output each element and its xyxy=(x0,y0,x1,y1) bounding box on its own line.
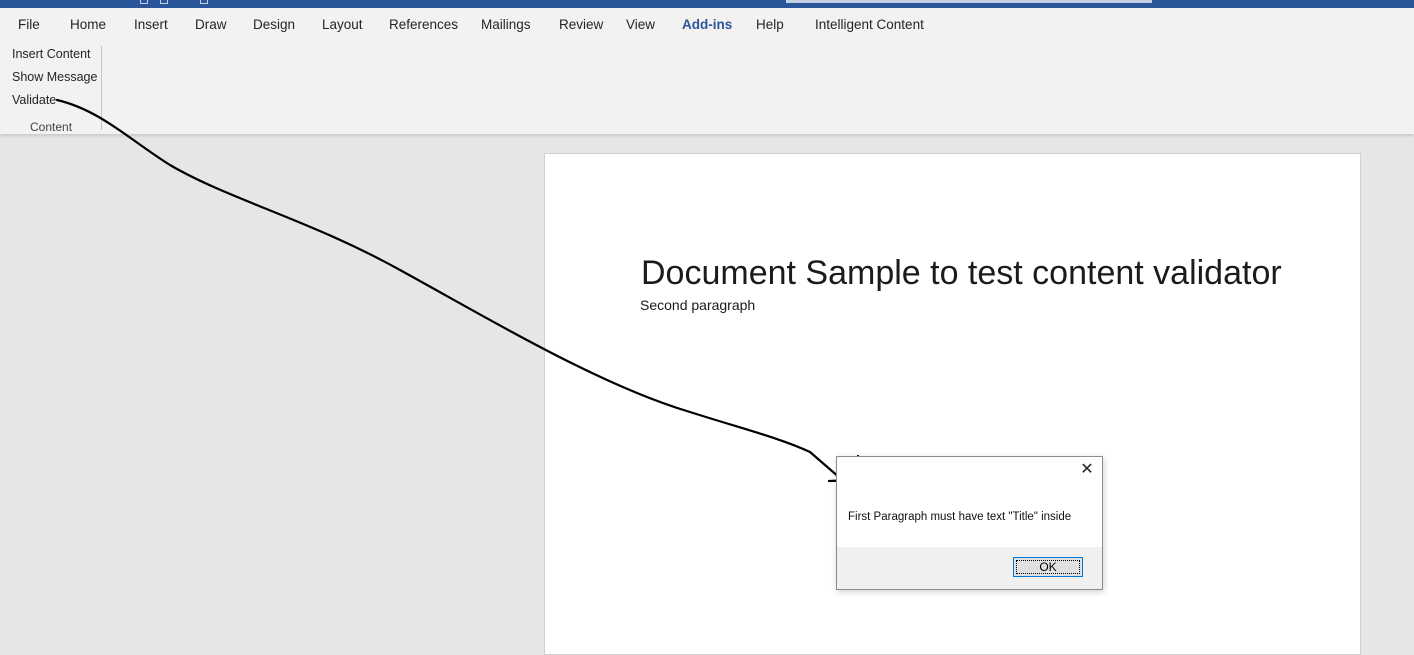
tab-add-ins[interactable]: Add-ins xyxy=(682,17,732,32)
tab-draw[interactable]: Draw xyxy=(195,17,227,32)
tab-references[interactable]: References xyxy=(389,17,458,32)
ok-button[interactable]: OK xyxy=(1013,557,1083,577)
tab-layout[interactable]: Layout xyxy=(322,17,363,32)
title-bar xyxy=(0,0,1414,8)
search-box[interactable] xyxy=(786,0,1152,3)
tab-file[interactable]: File xyxy=(18,17,40,32)
save-icon[interactable] xyxy=(140,0,148,4)
tab-design[interactable]: Design xyxy=(253,17,295,32)
menu-bar: File Home Insert Draw Design Layout Refe… xyxy=(0,8,1414,45)
validate-button[interactable]: Validate xyxy=(12,93,56,107)
tab-help[interactable]: Help xyxy=(756,17,784,32)
tab-mailings[interactable]: Mailings xyxy=(481,17,531,32)
dialog-message: First Paragraph must have text "Title" i… xyxy=(848,511,1072,523)
ribbon: Insert Content Show Message Validate Con… xyxy=(0,42,1414,134)
tab-insert[interactable]: Insert xyxy=(134,17,168,32)
ribbon-group-divider xyxy=(101,46,102,130)
ribbon-group-label: Content xyxy=(30,120,73,134)
message-dialog: ✕ First Paragraph must have text "Title"… xyxy=(836,456,1103,590)
dialog-footer: OK xyxy=(837,547,1102,589)
tab-view[interactable]: View xyxy=(626,17,655,32)
show-message-button[interactable]: Show Message xyxy=(12,70,97,84)
redo-icon[interactable] xyxy=(200,0,208,4)
document-paragraph[interactable]: Second paragraph xyxy=(640,297,755,313)
undo-icon[interactable] xyxy=(160,0,168,4)
tab-intelligent-content[interactable]: Intelligent Content xyxy=(815,17,924,32)
insert-content-button[interactable]: Insert Content xyxy=(12,47,91,61)
document-title[interactable]: Document Sample to test content validato… xyxy=(641,254,1282,293)
close-icon[interactable]: ✕ xyxy=(1078,461,1096,479)
tab-review[interactable]: Review xyxy=(559,17,603,32)
tab-home[interactable]: Home xyxy=(70,17,106,32)
